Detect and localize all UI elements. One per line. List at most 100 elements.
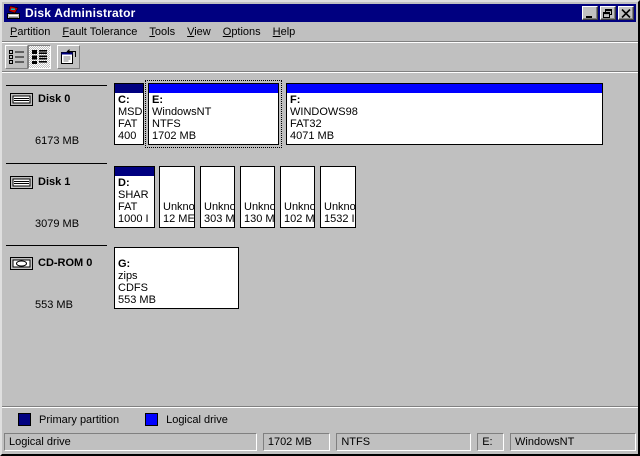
legend-label: Logical drive [166, 414, 228, 426]
disk-canvas: Disk 0 6173 MB C: MSD FAT 400 E: [2, 72, 638, 406]
partition-size: 1702 MB [152, 130, 278, 142]
no-type-bar [115, 248, 238, 257]
menu-help[interactable]: Help [267, 24, 302, 40]
no-type-bar [160, 167, 194, 176]
drive-letter: D: [118, 177, 154, 189]
disk-row-2: CD-ROM 0 553 MB G: zips CDFS 553 MB [2, 247, 638, 311]
volumes-view-button[interactable] [5, 45, 28, 69]
partition-unknown-4[interactable]: Unkno 102 M [280, 166, 315, 228]
drive-letter: E: [152, 94, 278, 106]
partition-size: 4071 MB [290, 130, 602, 142]
close-icon [621, 9, 631, 18]
no-type-bar [241, 167, 274, 176]
partition-g[interactable]: G: zips CDFS 553 MB [114, 247, 239, 309]
menu-fault-tolerance[interactable]: Fault Tolerance [56, 24, 143, 40]
disk-1-partitions: D: SHAR FAT 1000 I Unkno 12 ME [114, 166, 356, 228]
disk-configuration-view-button[interactable] [28, 45, 51, 69]
disk-name: Disk 1 [38, 176, 70, 188]
hard-disk-icon [10, 93, 33, 111]
volume-label [163, 189, 194, 201]
drive-letter: C: [118, 94, 143, 106]
partition-info: D: SHAR FAT 1000 I [115, 176, 154, 225]
file-system: CDFS [118, 282, 238, 294]
file-system: Unkno [204, 201, 234, 213]
partition-size: 400 [118, 130, 143, 142]
volume-label: SHAR [118, 189, 154, 201]
toolbar [2, 41, 638, 72]
drive-letter [244, 177, 274, 189]
restore-button[interactable] [600, 6, 616, 20]
disk-size: 553 MB [35, 299, 73, 311]
legend-primary-partition: Primary partition [18, 413, 119, 426]
partition-e-selected[interactable]: E: WindowsNT NTFS 1702 MB [148, 83, 279, 145]
properties-icon [60, 49, 77, 65]
disk-name: CD-ROM 0 [38, 257, 92, 269]
partition-info: Unkno 12 ME [160, 176, 194, 225]
disk-row-0: Disk 0 6173 MB C: MSD FAT 400 E: [2, 83, 638, 147]
partition-size: 102 M [284, 213, 314, 225]
partition-c[interactable]: C: MSD FAT 400 [114, 83, 144, 145]
partition-unknown-1[interactable]: Unkno 12 ME [159, 166, 195, 228]
primary-partition-bar [115, 84, 143, 93]
file-system: NTFS [152, 118, 278, 130]
partition-info: G: zips CDFS 553 MB [115, 257, 238, 306]
menu-options[interactable]: Options [217, 24, 267, 40]
file-system: Unkno [244, 201, 274, 213]
minimize-button[interactable] [582, 6, 598, 20]
primary-partition-swatch [18, 413, 31, 426]
drive-letter [284, 177, 314, 189]
file-system: Unkno [284, 201, 314, 213]
menu-tools[interactable]: Tools [143, 24, 181, 40]
logical-drive-bar [149, 84, 278, 93]
properties-button[interactable] [57, 45, 80, 69]
disk-administrator-app-icon [6, 6, 22, 20]
legend-logical-drive: Logical drive [145, 413, 228, 426]
disk-row-1: Disk 1 3079 MB D: SHAR FAT 1000 I [2, 166, 638, 230]
status-size: 1702 MB [263, 433, 330, 451]
cdrom-0-partitions: G: zips CDFS 553 MB [114, 247, 239, 309]
disk-separator-line [6, 245, 107, 246]
partition-unknown-5[interactable]: Unkno 1532 I [320, 166, 356, 228]
status-drive-letter: E: [477, 433, 504, 451]
cdrom-icon [10, 257, 33, 275]
partition-unknown-3[interactable]: Unkno 130 M [240, 166, 275, 228]
disk-separator-line [6, 163, 107, 164]
file-system: FAT32 [290, 118, 602, 130]
file-system: FAT [118, 201, 154, 213]
disk-0-partitions: C: MSD FAT 400 E: WindowsNT NTFS 1702 MB [114, 83, 603, 145]
hard-disk-icon [10, 176, 33, 194]
menu-partition[interactable]: Partition [4, 24, 56, 40]
close-button[interactable] [618, 6, 634, 20]
partition-f[interactable]: F: WINDOWS98 FAT32 4071 MB [286, 83, 603, 145]
volume-label: WindowsNT [152, 106, 278, 118]
disk-administrator-window: Disk Administrator Part [0, 0, 640, 456]
file-system: FAT [118, 118, 143, 130]
drive-letter [163, 177, 194, 189]
partition-info: E: WindowsNT NTFS 1702 MB [149, 93, 278, 142]
menu-view[interactable]: View [181, 24, 217, 40]
window-title: Disk Administrator [25, 6, 582, 20]
drive-letter [204, 177, 234, 189]
drive-letter: G: [118, 258, 238, 270]
disk-size: 3079 MB [35, 218, 79, 230]
partition-size: 1532 I [324, 213, 355, 225]
legend-bar: Primary partition Logical drive [2, 406, 638, 432]
no-type-bar [281, 167, 314, 176]
partition-unknown-2[interactable]: Unkno 303 M [200, 166, 235, 228]
status-volume-label: WindowsNT [510, 433, 636, 451]
volume-label [284, 189, 314, 201]
partition-d[interactable]: D: SHAR FAT 1000 I [114, 166, 155, 228]
status-filesystem: NTFS [336, 433, 471, 451]
disk-1-label: Disk 1 3079 MB [2, 166, 114, 230]
partition-size: 303 M [204, 213, 234, 225]
volume-label [204, 189, 234, 201]
partition-size: 130 M [244, 213, 274, 225]
partition-size: 553 MB [118, 294, 238, 306]
volume-label: WINDOWS98 [290, 106, 602, 118]
drive-letter [324, 177, 355, 189]
no-type-bar [321, 167, 355, 176]
minimize-icon [585, 9, 595, 18]
title-bar[interactable]: Disk Administrator [4, 4, 636, 22]
restore-icon [603, 9, 613, 18]
legend-label: Primary partition [39, 414, 119, 426]
